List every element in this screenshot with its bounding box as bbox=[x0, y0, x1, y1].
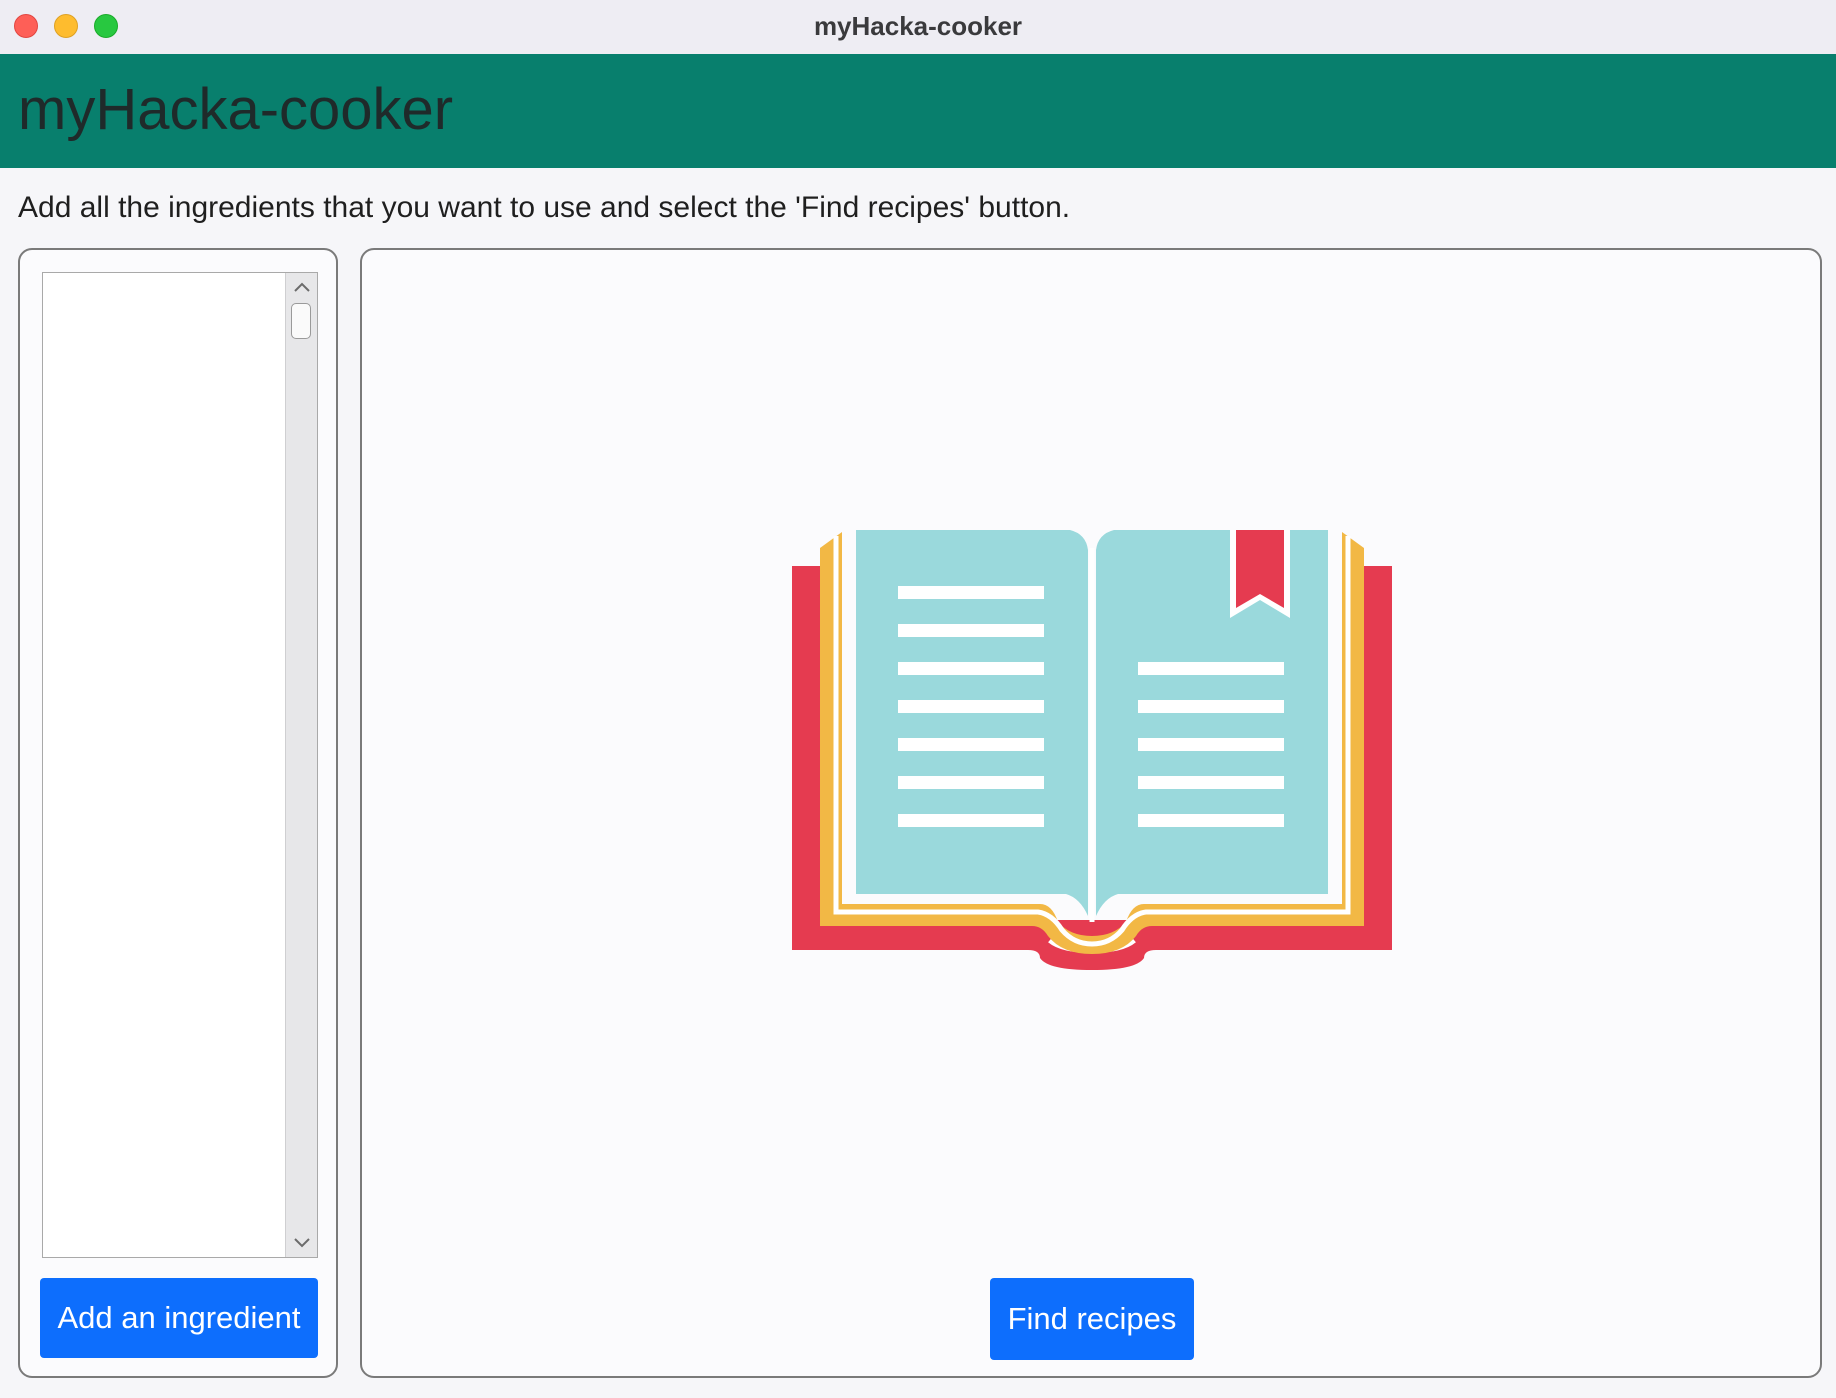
title-bar: myHacka-cooker bbox=[0, 0, 1836, 55]
chevron-down-icon[interactable] bbox=[286, 1231, 317, 1255]
find-recipes-button[interactable]: Find recipes bbox=[990, 1278, 1194, 1360]
app-window: myHacka-cooker myHacka-cooker Add all th… bbox=[0, 0, 1836, 1398]
window-title: myHacka-cooker bbox=[813, 11, 1023, 41]
scroll-thumb[interactable] bbox=[291, 303, 311, 339]
ingredients-panel: Add an ingredient bbox=[18, 248, 338, 1378]
app-title: myHacka-cooker bbox=[18, 77, 454, 142]
app-header: myHacka-cooker bbox=[0, 54, 1836, 168]
instructions-text: Add all the ingredients that you want to… bbox=[18, 191, 1071, 224]
chevron-up-icon[interactable] bbox=[286, 275, 317, 299]
add-ingredient-button[interactable]: Add an ingredient bbox=[40, 1278, 318, 1358]
ingredient-list[interactable] bbox=[42, 272, 318, 1258]
recipes-panel: Find recipes bbox=[360, 248, 1822, 1378]
ingredient-list-scrollbar[interactable] bbox=[285, 273, 317, 1257]
open-book-icon bbox=[792, 530, 1392, 970]
